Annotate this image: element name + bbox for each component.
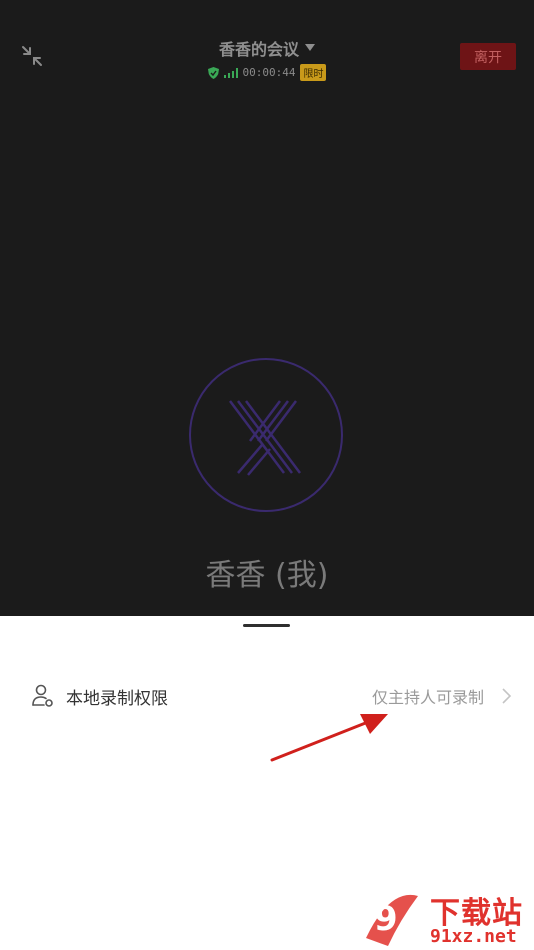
setting-label: 本地录制权限 [66,689,168,709]
sheet-drag-handle[interactable] [243,624,290,627]
meeting-duration: 00:00:44 [242,66,296,79]
meeting-topbar: 香香的会议 00:00:44 限时 离开 [0,0,534,90]
meeting-status-row: 00:00:44 限时 [0,64,534,81]
chevron-right-icon [502,688,512,704]
meeting-title-dropdown[interactable]: 香香的会议 [219,36,315,60]
watermark-logo: 9 [366,894,418,946]
user-record-icon [32,684,53,707]
video-area: 香香的会议 00:00:44 限时 离开 香香 (我) [0,0,534,616]
signal-icon[interactable] [223,67,238,78]
annotation-arrow [270,714,388,762]
dropdown-triangle-icon [305,44,315,51]
watermark: 9 下载站 91xz.net [360,886,534,950]
meeting-title: 香香的会议 [218,40,299,59]
watermark-logo-text: 9 [374,899,398,939]
shield-icon[interactable] [207,66,219,79]
watermark-domain: 91xz.net [430,926,517,947]
avatar [189,358,343,512]
meeting-title-area: 香香的会议 00:00:44 限时 [0,36,534,81]
time-limit-badge: 限时 [300,64,327,81]
participant-name: 香香 (我) [205,558,329,593]
leave-button[interactable]: 离开 [460,43,516,70]
